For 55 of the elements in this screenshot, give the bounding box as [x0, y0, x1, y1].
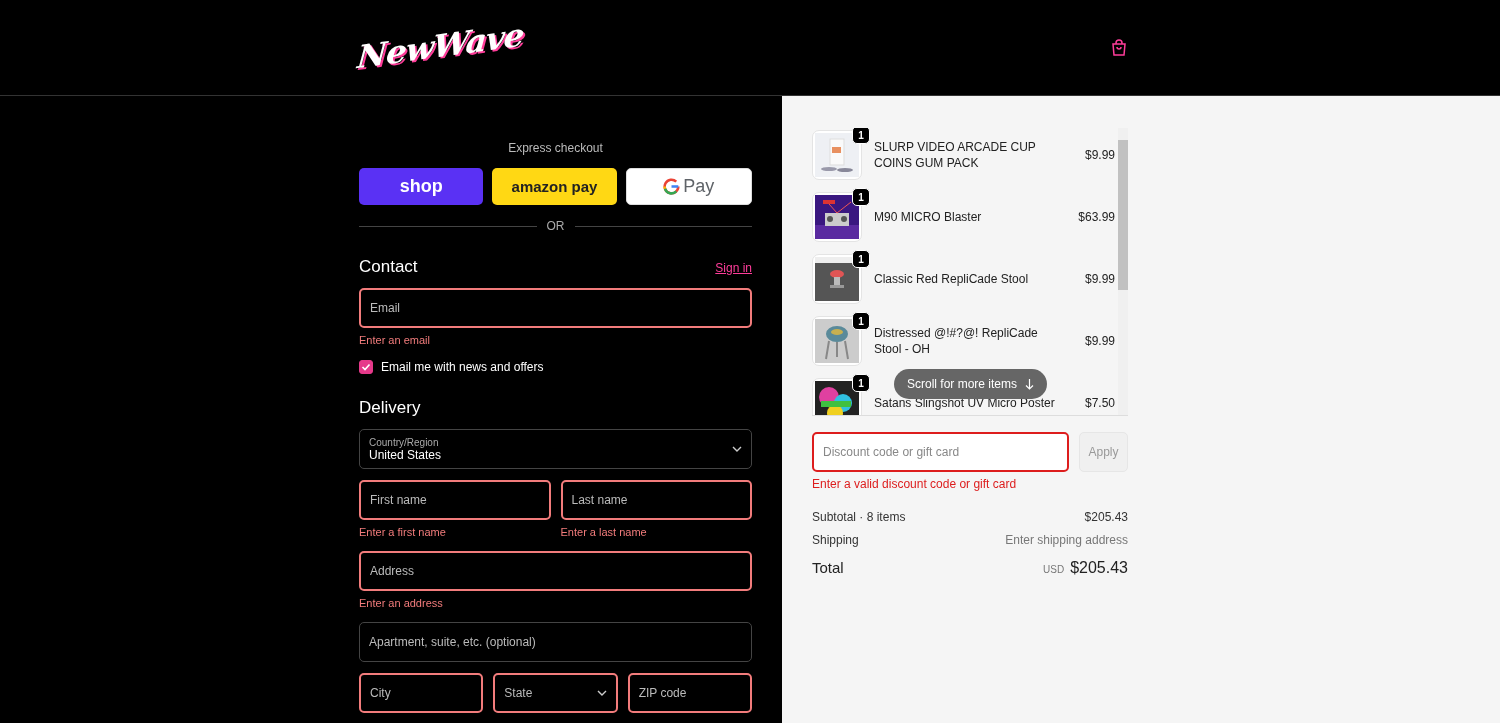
express-checkout-title: Express checkout — [507, 141, 604, 155]
shipping-value: Enter shipping address — [1005, 533, 1128, 547]
item-price: $7.50 — [1084, 396, 1115, 410]
arrow-down-icon — [1025, 378, 1035, 390]
checkbox-label: Email me with news and offers — [381, 360, 544, 374]
discount-field[interactable]: Discount code or gift card — [812, 432, 1069, 472]
amazon-pay-button[interactable]: amazon pay — [492, 168, 617, 205]
total-value: $205.43 — [1070, 559, 1128, 577]
item-name: M90 MICRO Blaster — [874, 209, 983, 225]
delivery-heading: Delivery — [359, 398, 422, 418]
error-message: Enter a valid discount code or gift card — [812, 477, 1018, 491]
error-message: Enter an address — [359, 596, 444, 611]
contact-heading: Contact — [359, 257, 418, 277]
error-message: Enter a last name — [560, 525, 648, 540]
quantity-badge: 1 — [852, 128, 870, 144]
item-price: $63.99 — [1078, 210, 1115, 224]
item-name: Distressed @!#?@! RepliCade Stool - OH — [874, 325, 1039, 357]
subtotal-label: Subtotal · 8 items — [812, 510, 906, 524]
shop-pay-button[interactable]: shop — [359, 168, 484, 205]
checkmark-icon — [361, 362, 371, 372]
subtotal-value: $205.43 — [1084, 510, 1128, 524]
quantity-badge: 1 — [852, 312, 870, 330]
quantity-badge: 1 — [852, 188, 870, 206]
currency-code: USD — [1043, 564, 1065, 575]
shopping-bag-icon[interactable] — [1111, 39, 1127, 56]
email-field[interactable]: Email — [359, 288, 752, 328]
scroll-hint[interactable]: Scroll for more items — [894, 369, 1048, 399]
chevron-down-icon — [732, 446, 742, 452]
item-price: $9.99 — [1084, 272, 1115, 286]
input-field[interactable]: First name — [359, 480, 551, 520]
country-select[interactable]: Country/Region United States — [359, 429, 752, 469]
chevron-down-icon — [596, 690, 607, 696]
item-name: SLURP VIDEO ARCADE CUP COINS GUM PACK — [874, 139, 1037, 171]
input-field[interactable]: Apartment, suite, etc. (optional) — [359, 622, 752, 662]
brand-logo[interactable]: NewWave — [356, 15, 525, 76]
input-field[interactable]: City — [359, 673, 484, 713]
quantity-badge: 1 — [852, 250, 870, 268]
input-field[interactable]: ZIP code — [627, 673, 752, 713]
total-label: Total — [812, 559, 844, 576]
checkbox[interactable] — [359, 360, 373, 374]
sign-in-link[interactable]: Sign in — [715, 261, 752, 275]
item-price: $9.99 — [1084, 334, 1115, 348]
shipping-label: Shipping — [812, 533, 859, 547]
google-pay-button[interactable]: Pay — [625, 168, 752, 205]
scrollbar[interactable] — [1118, 128, 1128, 415]
error-message: Enter a first name — [359, 525, 447, 540]
input-field[interactable]: Address — [359, 551, 752, 591]
error-message: Enter an email — [359, 333, 431, 348]
item-name: Classic Red RepliCade Stool — [874, 271, 1030, 287]
item-price: $9.99 — [1084, 148, 1115, 162]
or-separator: OR — [546, 219, 565, 233]
input-field[interactable]: Last name — [560, 480, 752, 520]
state-select[interactable]: State — [493, 673, 618, 713]
quantity-badge: 1 — [852, 374, 870, 392]
g-logo-icon — [663, 178, 681, 195]
